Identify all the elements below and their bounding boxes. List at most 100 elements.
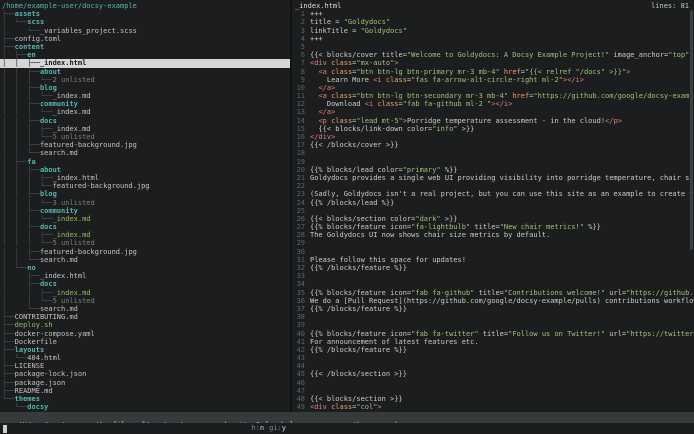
- code-token: "btn btn-lg btn-secondary mr-3 mb-4": [356, 92, 508, 100]
- tree-file-row[interactable]: │ │ ├──_index.html: [0, 59, 290, 67]
- line-number: 17: [292, 141, 305, 149]
- tree-file-row[interactable]: │ │ │ ├──_index.html: [0, 174, 290, 182]
- tree-branch-lines: │ │ ├──: [2, 190, 40, 198]
- input-cursor: [3, 425, 7, 433]
- code-line: 5: [292, 43, 694, 51]
- entry-name: package.json: [15, 379, 66, 387]
- preview-scrollbar[interactable]: [690, 10, 693, 250]
- entry-name: no: [27, 264, 35, 272]
- tree-file-row[interactable]: │ └──_variables_project.scss: [0, 27, 290, 35]
- line-number: 6: [292, 51, 305, 59]
- code-line: 37{{% /blocks/feature %}}: [292, 305, 694, 313]
- tree-branch-lines: │ ├──: [2, 51, 27, 59]
- tree-file-row[interactable]: │ │ │ ├──_index.md: [0, 125, 290, 133]
- tree-dir-row[interactable]: └──themes: [0, 395, 290, 403]
- line-number: 5: [292, 43, 305, 51]
- tree-dir-row[interactable]: │ ├──en: [0, 51, 290, 59]
- tree-file-row[interactable]: ├──Dockerfile: [0, 338, 290, 346]
- tree-file-row[interactable]: │ │ │ └──_index.md: [0, 215, 290, 223]
- entry-name: _variables_project.scss: [40, 27, 137, 35]
- entry-name: about: [40, 68, 61, 76]
- tree-file-row[interactable]: │ │ │ └──featured-background.jpg: [0, 182, 290, 190]
- tree-file-row[interactable]: │ └──search.md: [0, 305, 290, 313]
- line-number: 42: [292, 346, 305, 354]
- tree-dir-row[interactable]: │ │ ├──docs: [0, 117, 290, 125]
- line-number: 4: [292, 35, 305, 43]
- code-token: <a: [318, 68, 326, 76]
- search-input[interactable]: h:ngi:y: [0, 423, 290, 434]
- tree-dir-row[interactable]: │ │ ├──docs: [0, 223, 290, 231]
- preview-code[interactable]: 1+++2title = "Goldydocs"3linkTitle = "Go…: [292, 10, 694, 411]
- tree-dir-row[interactable]: │ │ ├──community: [0, 100, 290, 108]
- tree-branch-lines: │ │ └──: [2, 149, 40, 157]
- code-token: "dark": [415, 215, 440, 223]
- code-line: 21Goldydocs provides a single web UI pro…: [292, 174, 694, 182]
- tree-file-row[interactable]: ├──config.toml: [0, 35, 290, 43]
- tree-branch-lines: │ │ ├──: [2, 289, 53, 297]
- tree-file-row[interactable]: │ └──404.html: [0, 354, 290, 362]
- tree-dir-row[interactable]: │ │ ├──about: [0, 68, 290, 76]
- tree-panel: /home/example-user/docsy-example├──asset…: [0, 0, 290, 412]
- tree-file-row[interactable]: │ │ ├──featured-background.jpg: [0, 141, 290, 149]
- entry-name: deploy.sh: [15, 321, 53, 329]
- entry-name: _index.md: [53, 289, 91, 297]
- tree-file-row[interactable]: │ │ └──search.md: [0, 256, 290, 264]
- code-token: "Goldydocs": [361, 27, 407, 35]
- tree-file-row[interactable]: │ │ └──search.md: [0, 149, 290, 157]
- entry-name: search.md: [40, 256, 78, 264]
- tree-file-row[interactable]: ├──package-lock.json: [0, 370, 290, 378]
- tree-file-row[interactable]: │ │ ├──featured-background.jpg: [0, 248, 290, 256]
- preview-input-area[interactable]: [290, 423, 694, 434]
- tree-dir-row[interactable]: │ │ ├──community: [0, 207, 290, 215]
- tree-file-row[interactable]: │ ├──_index.html: [0, 272, 290, 280]
- line-number: 26: [292, 215, 305, 223]
- tree-file-row[interactable]: ├──package.json: [0, 379, 290, 387]
- tree-file-row[interactable]: │ │ │ ├──_index.md: [0, 231, 290, 239]
- tree-dir-row[interactable]: ├──assets: [0, 10, 290, 18]
- tree-dir-row[interactable]: │ │ ├──about: [0, 166, 290, 174]
- code-line: 18: [292, 149, 694, 157]
- line-number: 14: [292, 117, 305, 125]
- tree-dir-row[interactable]: │ └──no: [0, 264, 290, 272]
- panels: /home/example-user/docsy-example├──asset…: [0, 0, 694, 412]
- tree-file-row[interactable]: │ │ │ └──_index.md: [0, 108, 290, 116]
- code-token: </a>: [318, 108, 335, 116]
- tree-dir-row[interactable]: │ │ ├──blog: [0, 84, 290, 92]
- tree-file-row[interactable]: │ │ ├──_index.md: [0, 289, 290, 297]
- code-token: Goldydocs provides a single web UI provi…: [310, 174, 694, 182]
- flags: h:ngi:y: [251, 424, 286, 432]
- tree-dir-row[interactable]: │ ├──docs: [0, 280, 290, 288]
- tree-branch-lines: ├──: [2, 313, 15, 321]
- tree-branch-lines: ├──: [2, 379, 15, 387]
- tree-dir-row[interactable]: ├──content: [0, 43, 290, 51]
- entry-name: blog: [40, 84, 57, 92]
- code-line: 38: [292, 313, 694, 321]
- tree-unlisted-row: │ │ └──5 unlisted: [0, 297, 290, 305]
- tree-file-row[interactable]: │ │ │ └──_index.md: [0, 92, 290, 100]
- tree-dir-row[interactable]: │ ├──fa: [0, 158, 290, 166]
- flag-gi: gi:y: [269, 424, 286, 432]
- tree-file-row[interactable]: ├──CONTRIBUTING.md: [0, 313, 290, 321]
- code-token: class: [327, 92, 352, 100]
- code-token: <div: [310, 59, 327, 67]
- tree-file-row[interactable]: ├──LICENSE: [0, 362, 290, 370]
- code-token: "Goldydocs": [344, 18, 390, 26]
- tree-dir-row[interactable]: ├──layouts: [0, 346, 290, 354]
- code-line: 31Please follow this space for updates!: [292, 256, 694, 264]
- code-token: "btn btn-lg btn-primary mr-3 mb-4": [356, 68, 499, 76]
- tree-branch-lines: ├──: [2, 370, 15, 378]
- tree-branch-lines: │ └──: [2, 354, 27, 362]
- tree-file-row[interactable]: ├──docker-compose.yaml: [0, 330, 290, 338]
- code-line: 42{{% /blocks/feature %}}: [292, 346, 694, 354]
- code-line: 29: [292, 239, 694, 247]
- line-number: 18: [292, 149, 305, 157]
- line-number: 29: [292, 239, 305, 247]
- tree-dir-row[interactable]: │ └──scss: [0, 18, 290, 26]
- tree-file-row[interactable]: ├──README.md: [0, 387, 290, 395]
- tree-dir-row[interactable]: └──docsy: [0, 403, 290, 411]
- line-number: 20: [292, 166, 305, 174]
- tree-unlisted-row: │ │ │ └──3 unlisted: [0, 199, 290, 207]
- tree-dir-row[interactable]: │ │ ├──blog: [0, 190, 290, 198]
- entry-name: _index.md: [53, 92, 91, 100]
- tree-file-row[interactable]: ├──deploy.sh: [0, 321, 290, 329]
